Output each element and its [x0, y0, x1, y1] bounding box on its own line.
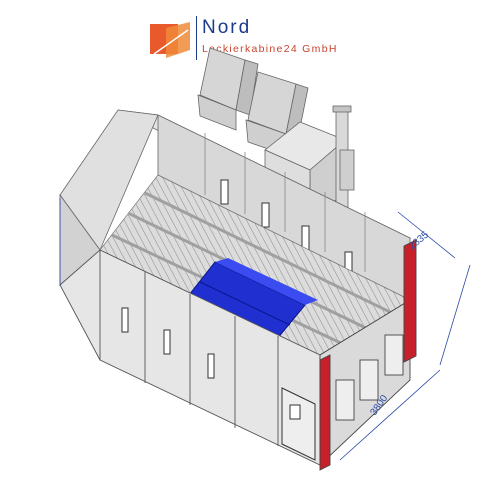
paint-booth-drawing: 2835 3800 [59, 47, 471, 471]
dimension-height-label: 2835 [407, 229, 431, 252]
